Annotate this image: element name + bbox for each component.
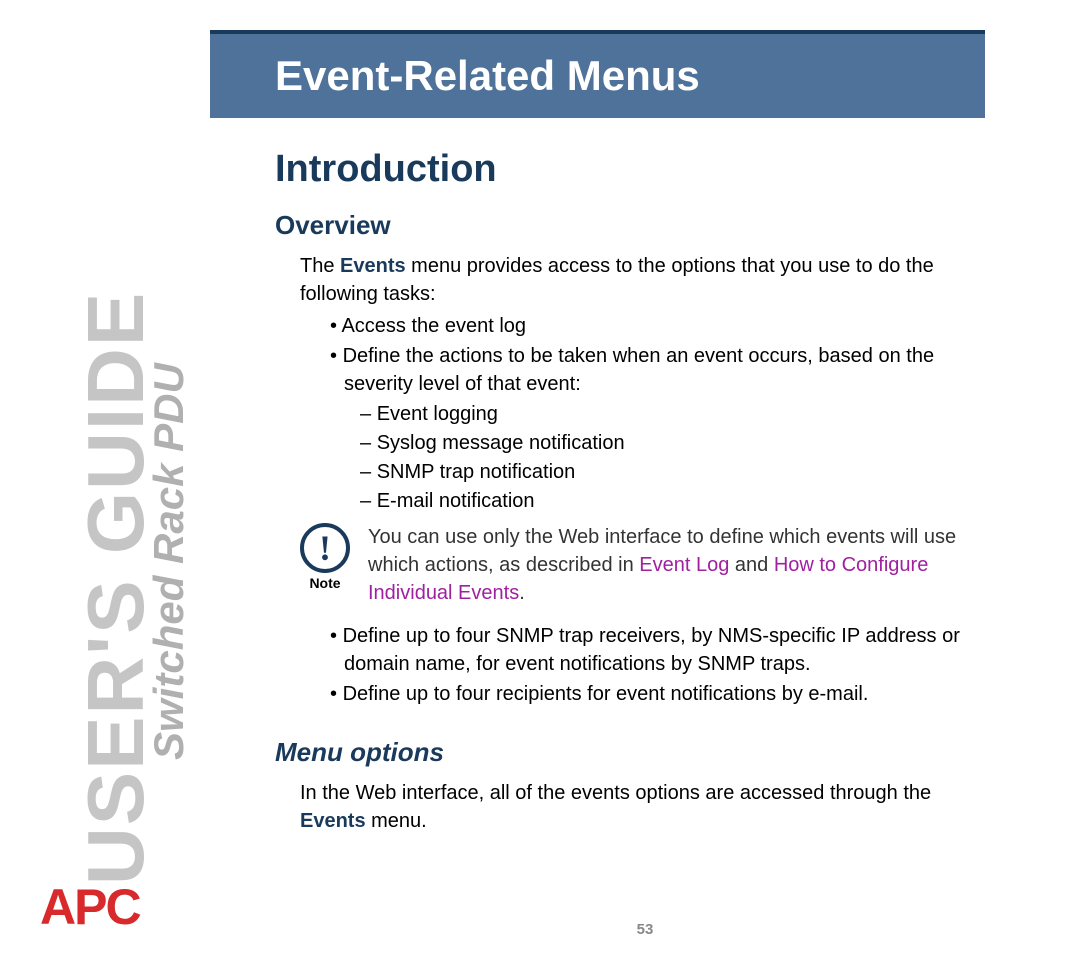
content-area: Event-Related Menus Introduction Overvie… (210, 0, 1080, 966)
bullet-snmp-receivers: Define up to four SNMP trap receivers, b… (330, 622, 980, 678)
sub-event-logging: Event logging (360, 400, 980, 429)
note-text-mid: and (729, 554, 773, 576)
subsection-heading-menu-options: Menu options (275, 737, 444, 768)
menu-options-bold: Events (300, 810, 366, 832)
apc-logo: A P C (40, 878, 140, 936)
overview-intro-prefix: The (300, 255, 340, 277)
overview-bullet-list-continued: Define up to four SNMP trap receivers, b… (330, 622, 980, 710)
bullet-define-actions: Define the actions to be taken when an e… (330, 342, 980, 398)
apc-logo-text: A P C (40, 878, 140, 936)
menu-options-prefix: In the Web interface, all of the events … (300, 782, 931, 804)
menu-options-paragraph: In the Web interface, all of the events … (300, 779, 980, 835)
sub-bullet-list: Event logging Syslog message notificatio… (330, 400, 980, 516)
overview-intro-paragraph: The Events menu provides access to the o… (300, 252, 980, 308)
sub-email: E-mail notification (360, 487, 980, 516)
bullet-access-log: Access the event log (330, 312, 980, 340)
bullet-email-recipients: Define up to four recipients for event n… (330, 680, 980, 708)
menu-options-suffix: menu. (366, 810, 427, 832)
overview-intro-bold: Events (340, 255, 406, 277)
sub-syslog: Syslog message notification (360, 429, 980, 458)
exclamation-icon: ! (300, 523, 350, 573)
page-number: 53 (210, 921, 1080, 938)
sidebar-panel: USER'S GUIDE Switched Rack PDU A P C (0, 0, 210, 966)
product-subtitle: Switched Rack PDU (145, 363, 193, 760)
overview-bullet-list: Access the event log Define the actions … (330, 312, 980, 516)
page-title-banner: Event-Related Menus (210, 30, 985, 118)
note-icon-wrap: ! Note (300, 523, 350, 591)
sub-snmp-trap: SNMP trap notification (360, 458, 980, 487)
note-text: You can use only the Web interface to de… (368, 523, 980, 607)
link-event-log[interactable]: Event Log (639, 554, 729, 576)
note-callout: ! Note You can use only the Web interfac… (300, 523, 980, 607)
note-label: Note (309, 575, 340, 591)
subsection-heading-overview: Overview (275, 210, 391, 241)
section-heading-introduction: Introduction (275, 148, 497, 191)
note-text-suffix: . (519, 582, 525, 604)
